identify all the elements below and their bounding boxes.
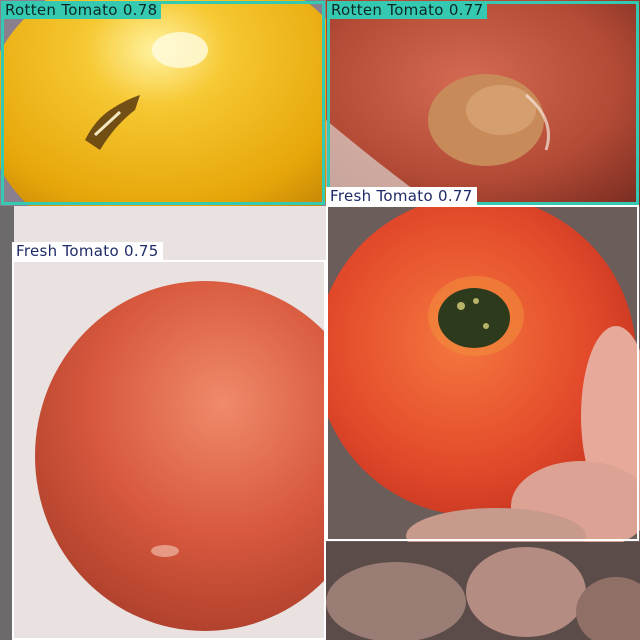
image-tile-fingers bbox=[326, 542, 640, 640]
fresh-tomato-image-large bbox=[0, 206, 326, 640]
detection-label-fresh-1: Fresh Tomato 0.77 bbox=[326, 187, 477, 205]
image-tile-bruised-tomato bbox=[326, 0, 640, 206]
detection-label-rotten-2: Rotten Tomato 0.77 bbox=[327, 1, 488, 19]
fingers-image bbox=[326, 542, 640, 640]
image-tile-yellow-tomato bbox=[0, 0, 326, 206]
yellow-tomato-image bbox=[0, 0, 326, 206]
image-tile-fresh-tomato-hand bbox=[326, 206, 640, 542]
bruised-tomato-image bbox=[326, 0, 640, 206]
fresh-tomato-hand-image bbox=[326, 206, 640, 542]
detection-label-fresh-2: Fresh Tomato 0.75 bbox=[12, 242, 163, 260]
detection-label-rotten-1: Rotten Tomato 0.78 bbox=[1, 1, 162, 19]
image-tile-fresh-tomato-large bbox=[0, 206, 326, 640]
